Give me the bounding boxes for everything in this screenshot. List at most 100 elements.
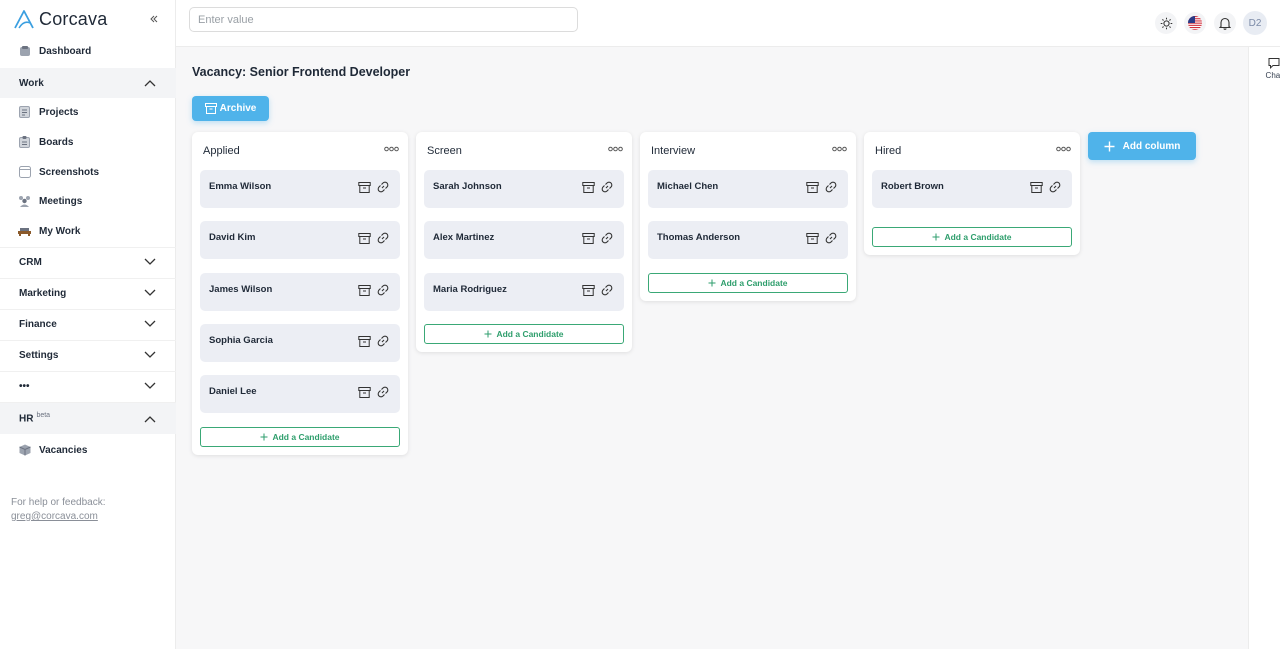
sidebar-section-finance[interactable]: Finance bbox=[0, 309, 176, 339]
archive-icon[interactable] bbox=[806, 181, 819, 194]
archive-icon[interactable] bbox=[806, 232, 819, 245]
sidebar-item-label: Vacancies bbox=[39, 444, 88, 456]
archive-icon[interactable] bbox=[582, 232, 595, 245]
sidebar: Corcava Dashboard Work Projects Boards S… bbox=[0, 0, 176, 649]
column-menu-icon[interactable] bbox=[1055, 144, 1071, 154]
sidebar-item-label: Screenshots bbox=[39, 166, 100, 178]
link-icon[interactable] bbox=[600, 283, 614, 297]
sidebar-section-work[interactable]: Work bbox=[0, 68, 176, 98]
column-menu-icon[interactable] bbox=[383, 144, 399, 154]
sidebar-section-settings[interactable]: Settings bbox=[0, 340, 176, 370]
language-button[interactable] bbox=[1184, 12, 1206, 34]
topbar: D2 bbox=[176, 0, 1280, 47]
chat-button[interactable]: Chat bbox=[1262, 57, 1280, 80]
notifications-button[interactable] bbox=[1214, 12, 1236, 34]
sidebar-section-hr[interactable]: HR beta bbox=[0, 403, 176, 434]
sidebar-item-meetings[interactable]: Meetings bbox=[0, 194, 176, 208]
help-email-link[interactable]: greg@corcava.com bbox=[11, 510, 106, 524]
candidate-card[interactable]: Sophia Garcia bbox=[200, 324, 400, 362]
screenshots-icon bbox=[18, 166, 31, 179]
candidate-card[interactable]: Sarah Johnson bbox=[424, 170, 624, 208]
add-candidate-button[interactable]: Add a Candidate bbox=[872, 227, 1072, 247]
link-icon[interactable] bbox=[376, 283, 390, 297]
archive-icon[interactable] bbox=[358, 181, 371, 194]
sidebar-item-boards[interactable]: Boards bbox=[0, 135, 176, 149]
sidebar-item-my-work[interactable]: My Work bbox=[0, 224, 176, 238]
kanban-column-applied: Applied Emma Wilson David Kim James Wils… bbox=[192, 132, 408, 455]
candidate-name: Thomas Anderson bbox=[657, 232, 741, 243]
link-icon[interactable] bbox=[600, 180, 614, 194]
archive-icon[interactable] bbox=[358, 386, 371, 399]
dashboard-icon bbox=[18, 45, 31, 58]
column-title: Screen bbox=[427, 145, 462, 157]
add-column-button[interactable]: Add column bbox=[1088, 132, 1196, 160]
double-chevron-left-icon bbox=[150, 15, 158, 23]
kanban-column-hired: Hired Robert Brown Add a Candidate bbox=[864, 132, 1080, 255]
sun-icon bbox=[1160, 17, 1172, 29]
column-menu-icon[interactable] bbox=[607, 144, 623, 154]
archive-icon[interactable] bbox=[358, 284, 371, 297]
candidate-name: Daniel Lee bbox=[209, 386, 257, 397]
candidate-name: Emma Wilson bbox=[209, 181, 272, 192]
candidate-name: Sarah Johnson bbox=[433, 181, 502, 192]
chevron-down-icon bbox=[143, 379, 157, 393]
link-icon[interactable] bbox=[376, 385, 390, 399]
plus-icon bbox=[708, 279, 716, 287]
add-candidate-button[interactable]: Add a Candidate bbox=[648, 273, 848, 293]
sidebar-section-crm[interactable]: CRM bbox=[0, 247, 176, 277]
add-candidate-button[interactable]: Add a Candidate bbox=[424, 324, 624, 344]
candidate-card[interactable]: Michael Chen bbox=[648, 170, 848, 208]
sidebar-item-projects[interactable]: Projects bbox=[0, 105, 176, 119]
archive-icon[interactable] bbox=[582, 284, 595, 297]
chevron-down-icon bbox=[143, 317, 157, 331]
section-label: Work bbox=[19, 77, 44, 89]
help-section: For help or feedback: greg@corcava.com bbox=[11, 496, 106, 524]
candidate-card[interactable]: Maria Rodriguez bbox=[424, 273, 624, 311]
link-icon[interactable] bbox=[376, 334, 390, 348]
chat-rail: Chat bbox=[1248, 47, 1280, 649]
archive-icon[interactable] bbox=[358, 232, 371, 245]
collapse-sidebar-button[interactable] bbox=[146, 11, 162, 27]
archive-button[interactable]: Archive bbox=[192, 96, 269, 121]
app-name: Corcava bbox=[39, 8, 108, 29]
archive-icon[interactable] bbox=[582, 181, 595, 194]
beta-badge: beta bbox=[36, 412, 51, 420]
sidebar-section-marketing[interactable]: Marketing bbox=[0, 278, 176, 308]
page-title: Vacancy: Senior Frontend Developer bbox=[192, 65, 411, 79]
link-icon[interactable] bbox=[824, 231, 838, 245]
add-candidate-button[interactable]: Add a Candidate bbox=[200, 427, 400, 447]
sidebar-item-label: Meetings bbox=[39, 195, 83, 207]
meetings-icon bbox=[18, 195, 31, 208]
chat-label: Chat bbox=[1265, 71, 1280, 80]
candidate-card[interactable]: David Kim bbox=[200, 221, 400, 259]
link-icon[interactable] bbox=[376, 180, 390, 194]
sidebar-section-more[interactable]: ••• bbox=[0, 371, 176, 401]
search-input[interactable] bbox=[189, 7, 578, 32]
candidate-card[interactable]: Alex Martinez bbox=[424, 221, 624, 259]
archive-icon[interactable] bbox=[358, 335, 371, 348]
app-logo[interactable]: Corcava bbox=[13, 8, 107, 30]
candidate-card[interactable]: Daniel Lee bbox=[200, 375, 400, 413]
candidate-card[interactable]: Emma Wilson bbox=[200, 170, 400, 208]
bell-icon bbox=[1219, 17, 1231, 30]
column-title: Hired bbox=[875, 145, 902, 157]
link-icon[interactable] bbox=[824, 180, 838, 194]
add-column-label: Add column bbox=[1122, 140, 1181, 152]
candidate-card[interactable]: Robert Brown bbox=[872, 170, 1072, 208]
chevron-down-icon bbox=[143, 348, 157, 362]
link-icon[interactable] bbox=[600, 231, 614, 245]
user-avatar[interactable]: D2 bbox=[1243, 11, 1267, 35]
column-menu-icon[interactable] bbox=[831, 144, 847, 154]
sidebar-item-vacancies[interactable]: Vacancies bbox=[0, 443, 176, 457]
link-icon[interactable] bbox=[376, 231, 390, 245]
candidate-card[interactable]: James Wilson bbox=[200, 273, 400, 311]
theme-toggle-button[interactable] bbox=[1155, 12, 1177, 34]
section-label: ••• bbox=[19, 380, 30, 392]
plus-icon bbox=[932, 233, 940, 241]
chevron-up-icon bbox=[143, 76, 157, 90]
archive-icon[interactable] bbox=[1030, 181, 1043, 194]
sidebar-item-screenshots[interactable]: Screenshots bbox=[0, 165, 176, 179]
candidate-card[interactable]: Thomas Anderson bbox=[648, 221, 848, 259]
link-icon[interactable] bbox=[1048, 180, 1062, 194]
sidebar-item-dashboard[interactable]: Dashboard bbox=[0, 44, 176, 58]
